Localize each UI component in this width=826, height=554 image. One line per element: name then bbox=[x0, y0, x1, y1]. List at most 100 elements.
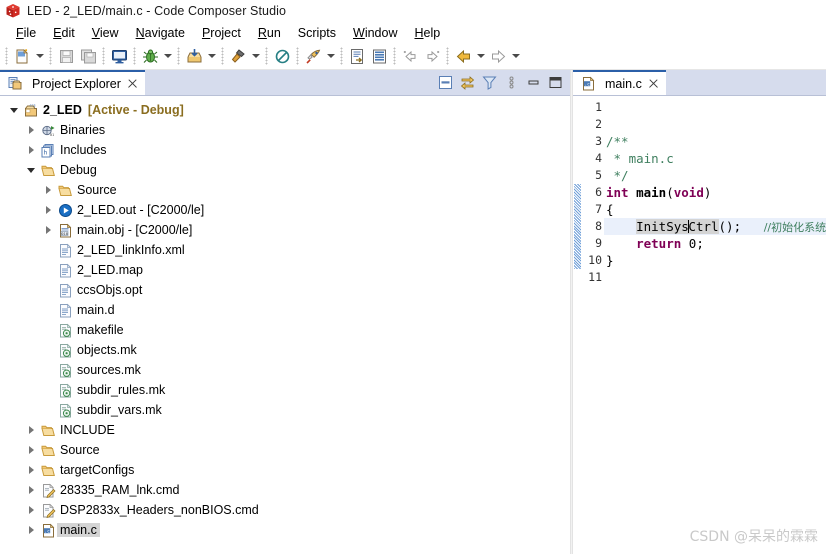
menu-navigate[interactable]: Navigate bbox=[128, 24, 194, 42]
new-file-dropdown-icon[interactable] bbox=[33, 45, 46, 67]
toolbar-grip[interactable] bbox=[221, 47, 224, 65]
run-dropdown-icon[interactable] bbox=[324, 45, 337, 67]
code-line[interactable]: InitSysCtrl(); //初始化系统时钟 bbox=[604, 218, 826, 235]
chevron-right-icon[interactable] bbox=[40, 182, 56, 198]
forward-arrow-icon[interactable] bbox=[487, 45, 509, 67]
tree-item[interactable]: h Includes bbox=[0, 140, 570, 160]
menu-edit[interactable]: Edit bbox=[45, 24, 84, 42]
tree-item[interactable]: ccs 2_LED [Active - Debug] bbox=[0, 100, 570, 120]
toolbar-grip[interactable] bbox=[393, 47, 396, 65]
load-program-dropdown-icon[interactable] bbox=[205, 45, 218, 67]
tree-item[interactable]: 28335_RAM_lnk.cmd bbox=[0, 480, 570, 500]
tree-item[interactable]: ccsObjs.opt bbox=[0, 280, 570, 300]
toolbar-grip[interactable] bbox=[340, 47, 343, 65]
forward-dropdown-icon[interactable] bbox=[509, 45, 522, 67]
toolbar-grip[interactable] bbox=[296, 47, 299, 65]
toolbar-grip[interactable] bbox=[446, 47, 449, 65]
code-line[interactable]: { bbox=[604, 201, 826, 218]
tree-item[interactable]: targetConfigs bbox=[0, 460, 570, 480]
collapse-all-icon[interactable] bbox=[435, 73, 455, 93]
menu-help[interactable]: Help bbox=[406, 24, 449, 42]
code-line[interactable]: return 0; bbox=[604, 235, 826, 252]
no-build-icon[interactable] bbox=[271, 45, 293, 67]
code-line[interactable]: } bbox=[604, 252, 826, 269]
chevron-right-icon[interactable] bbox=[23, 482, 39, 498]
outline-icon[interactable] bbox=[368, 45, 390, 67]
tree-item[interactable]: subdir_vars.mk bbox=[0, 400, 570, 420]
menu-file[interactable]: File bbox=[8, 24, 45, 42]
tree-item[interactable]: INCLUDE bbox=[0, 420, 570, 440]
next-annotation-icon[interactable] bbox=[421, 45, 443, 67]
tree-item[interactable]: .c main.c bbox=[0, 520, 570, 540]
chevron-right-icon[interactable] bbox=[23, 422, 39, 438]
tree-item[interactable]: sources.mk bbox=[0, 360, 570, 380]
chevron-down-icon[interactable] bbox=[6, 102, 22, 118]
view-menu-icon[interactable] bbox=[501, 73, 521, 93]
menu-view[interactable]: View bbox=[84, 24, 128, 42]
tree-item[interactable]: Source bbox=[0, 180, 570, 200]
project-tree[interactable]: ccs 2_LED [Active - Debug] 01 Binaries h Inclu… bbox=[0, 96, 570, 554]
tree-item[interactable]: 01 Binaries bbox=[0, 120, 570, 140]
toolbar-grip[interactable] bbox=[102, 47, 105, 65]
chevron-down-icon[interactable] bbox=[23, 162, 39, 178]
tree-item[interactable]: DSP2833x_Headers_nonBIOS.cmd bbox=[0, 500, 570, 520]
menu-run[interactable]: Run bbox=[250, 24, 290, 42]
code-line[interactable]: /** bbox=[604, 133, 826, 150]
toolbar-grip[interactable] bbox=[5, 47, 8, 65]
new-file-icon[interactable] bbox=[11, 45, 33, 67]
tree-item[interactable]: 010 main.obj - [C2000/le] bbox=[0, 220, 570, 240]
close-icon[interactable] bbox=[647, 77, 660, 90]
tree-item[interactable]: makefile bbox=[0, 320, 570, 340]
build-hammer-icon[interactable] bbox=[227, 45, 249, 67]
code-line[interactable] bbox=[604, 99, 826, 116]
console-icon[interactable] bbox=[108, 45, 130, 67]
close-icon[interactable] bbox=[126, 77, 139, 90]
code-line[interactable]: * main.c bbox=[604, 150, 826, 167]
tree-item[interactable]: objects.mk bbox=[0, 340, 570, 360]
chevron-right-icon[interactable] bbox=[23, 502, 39, 518]
tree-item[interactable]: Debug bbox=[0, 160, 570, 180]
chevron-right-icon[interactable] bbox=[23, 122, 39, 138]
code-line[interactable]: int main(void) bbox=[604, 184, 826, 201]
maximize-view-icon[interactable] bbox=[545, 73, 565, 93]
tab-main-c[interactable]: .c main.c bbox=[573, 70, 666, 95]
menu-project[interactable]: Project bbox=[194, 24, 250, 42]
menu-scripts[interactable]: Scripts bbox=[290, 24, 345, 42]
build-dropdown-icon[interactable] bbox=[249, 45, 262, 67]
tree-item[interactable]: 2_LED.out - [C2000/le] bbox=[0, 200, 570, 220]
save-all-icon[interactable] bbox=[77, 45, 99, 67]
back-arrow-icon[interactable] bbox=[452, 45, 474, 67]
tree-item[interactable]: Source bbox=[0, 440, 570, 460]
view-filter-icon[interactable] bbox=[479, 73, 499, 93]
editor-text-area[interactable]: 1 2 3 4 5 6 7 8 9 10 11 /** * main.c */int main(vo… bbox=[573, 96, 826, 554]
run-rocket-icon[interactable] bbox=[302, 45, 324, 67]
chevron-right-icon[interactable] bbox=[23, 462, 39, 478]
menu-window[interactable]: Window bbox=[345, 24, 406, 42]
tab-project-explorer[interactable]: Project Explorer bbox=[0, 70, 145, 95]
chevron-right-icon[interactable] bbox=[23, 522, 39, 538]
chevron-right-icon[interactable] bbox=[23, 142, 39, 158]
tree-item[interactable]: 2_LED_linkInfo.xml bbox=[0, 240, 570, 260]
code-line[interactable] bbox=[604, 116, 826, 133]
toolbar-grip[interactable] bbox=[177, 47, 180, 65]
save-icon[interactable] bbox=[55, 45, 77, 67]
chevron-right-icon[interactable] bbox=[40, 202, 56, 218]
debug-dropdown-icon[interactable] bbox=[161, 45, 174, 67]
prev-annotation-icon[interactable] bbox=[399, 45, 421, 67]
back-dropdown-icon[interactable] bbox=[474, 45, 487, 67]
code-line[interactable]: */ bbox=[604, 167, 826, 184]
tree-item[interactable]: subdir_rules.mk bbox=[0, 380, 570, 400]
tree-item[interactable]: 2_LED.map bbox=[0, 260, 570, 280]
toolbar-grip[interactable] bbox=[265, 47, 268, 65]
debug-bug-icon[interactable] bbox=[139, 45, 161, 67]
minimize-view-icon[interactable] bbox=[523, 73, 543, 93]
chevron-right-icon[interactable] bbox=[23, 442, 39, 458]
toolbar-grip[interactable] bbox=[133, 47, 136, 65]
chevron-right-icon[interactable] bbox=[40, 222, 56, 238]
open-declaration-icon[interactable] bbox=[346, 45, 368, 67]
code-line[interactable] bbox=[604, 269, 826, 286]
tree-item[interactable]: main.d bbox=[0, 300, 570, 320]
load-program-icon[interactable] bbox=[183, 45, 205, 67]
toolbar-grip[interactable] bbox=[49, 47, 52, 65]
source-code[interactable]: /** * main.c */int main(void){ InitSysCt… bbox=[604, 96, 826, 554]
